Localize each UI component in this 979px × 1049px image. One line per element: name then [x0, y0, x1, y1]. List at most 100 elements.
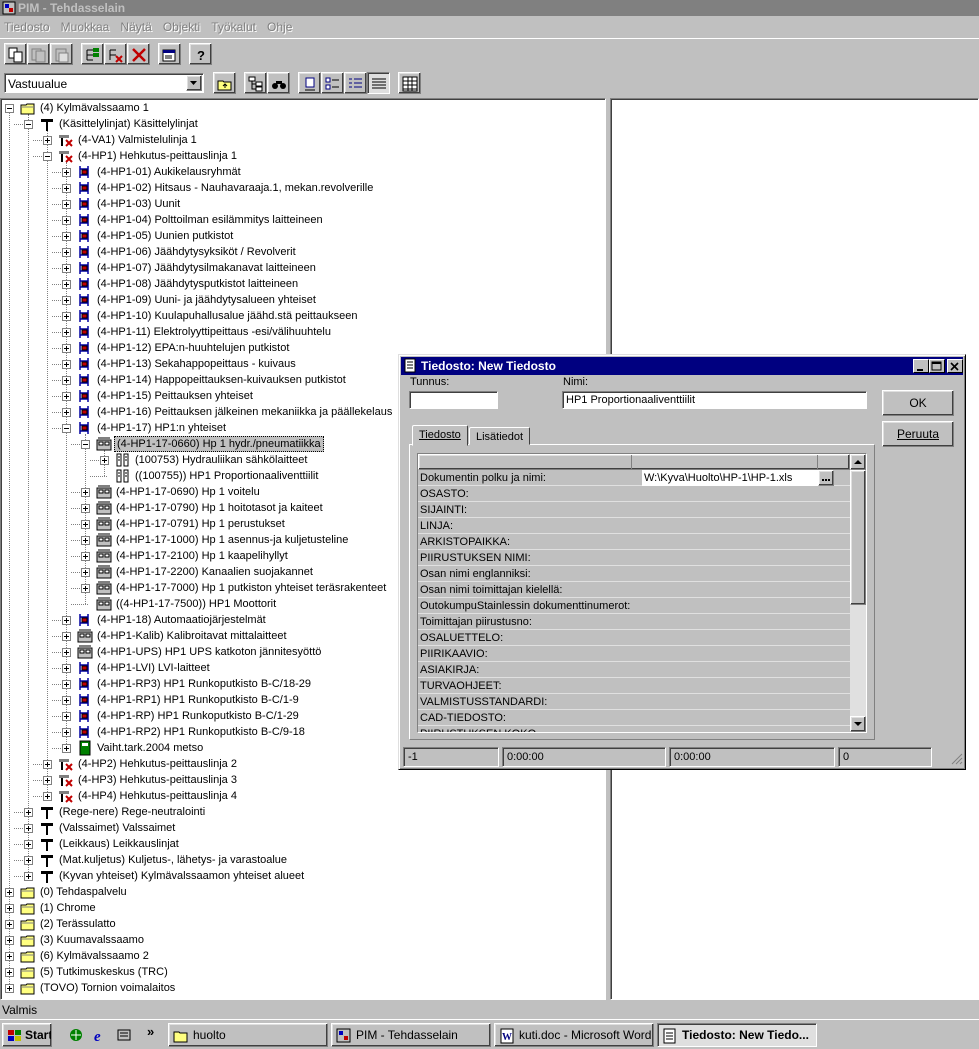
new-tree-button[interactable]: [81, 43, 104, 65]
expand-plus-icon[interactable]: [24, 840, 33, 849]
tree-node[interactable]: (Mat.kuljetus) Kuljetus-, lähetys- ja va…: [1, 852, 601, 868]
grid-row[interactable]: OutokumpuStainlessin dokumenttinumerot:: [418, 598, 850, 614]
expand-plus-icon[interactable]: [24, 824, 33, 833]
property-value[interactable]: W:\Kyva\Huolto\HP-1\HP-1.xls: [642, 470, 818, 486]
expand-plus-icon[interactable]: [62, 184, 71, 193]
tree-node[interactable]: (4-HP1-03) Uunit: [1, 196, 601, 212]
remove-link-button[interactable]: [104, 43, 127, 65]
expand-plus-icon[interactable]: [43, 792, 52, 801]
find-button[interactable]: [267, 72, 290, 94]
tree-node[interactable]: (TOVO) Tornion voimalaitos: [1, 980, 601, 996]
menu-tyokalut[interactable]: Työkalut: [207, 17, 260, 37]
tree-node[interactable]: (Käsittelylinjat) Käsittelylinjat: [1, 116, 601, 132]
browse-button[interactable]: [818, 470, 834, 486]
maximize-button[interactable]: [929, 359, 945, 373]
tree-node[interactable]: (4) Kylmävalssaamo 1: [1, 100, 601, 116]
grid-row[interactable]: LINJA:: [418, 518, 850, 534]
grid-row[interactable]: PIIRUSTUKSEN KOKO: [418, 726, 850, 732]
expand-plus-icon[interactable]: [62, 216, 71, 225]
up-folder-button[interactable]: [213, 72, 236, 94]
expand-plus-icon[interactable]: [5, 920, 14, 929]
expand-plus-icon[interactable]: [62, 392, 71, 401]
tree-node[interactable]: (Valssaimet) Valssaimet: [1, 820, 601, 836]
grid-row[interactable]: OSALUETTELO:: [418, 630, 850, 646]
expand-plus-icon[interactable]: [62, 264, 71, 273]
help-button[interactable]: ?: [189, 43, 212, 65]
scroll-thumb[interactable]: [850, 470, 866, 605]
details-view-button[interactable]: [367, 72, 390, 94]
tree-node[interactable]: (4-VA1) Valmistelulinja 1: [1, 132, 601, 148]
expand-plus-icon[interactable]: [62, 408, 71, 417]
expand-plus-icon[interactable]: [62, 712, 71, 721]
expand-plus-icon[interactable]: [62, 328, 71, 337]
expand-plus-icon[interactable]: [62, 728, 71, 737]
dialog-titlebar[interactable]: Tiedosto: New Tiedosto: [401, 357, 963, 375]
tab-lisatiedot[interactable]: Lisätiedot: [469, 427, 531, 445]
tree-node[interactable]: (4-HP1-04) Polttoilman esilämmitys laitt…: [1, 212, 601, 228]
tree-node[interactable]: (4-HP1-02) Hitsaus - Nauhavaraaja.1, mek…: [1, 180, 601, 196]
tree-node[interactable]: (4-HP1-05) Uunien putkistot: [1, 228, 601, 244]
grid-row[interactable]: TURVAOHJEET:: [418, 678, 850, 694]
expand-plus-icon[interactable]: [81, 504, 90, 513]
tree-node[interactable]: (4-HP4) Hehkutus-peittauslinja 4: [1, 788, 601, 804]
expand-plus-icon[interactable]: [81, 552, 90, 561]
tree-node[interactable]: (Leikkaus) Leikkauslinjat: [1, 836, 601, 852]
tree-node[interactable]: (0) Tehdaspalvelu: [1, 884, 601, 900]
task-tiedosto-dialog[interactable]: Tiedosto: New Tiedo...: [657, 1023, 817, 1047]
expand-plus-icon[interactable]: [62, 664, 71, 673]
expand-plus-icon[interactable]: [81, 584, 90, 593]
grid-row[interactable]: ASIAKIRJA:: [418, 662, 850, 678]
column-divider-2[interactable]: [817, 455, 835, 469]
quicklaunch-desktop-icon[interactable]: [68, 1027, 84, 1043]
expand-plus-icon[interactable]: [5, 952, 14, 961]
list-view-button[interactable]: [344, 72, 367, 94]
expand-plus-icon[interactable]: [62, 744, 71, 753]
expand-plus-icon[interactable]: [43, 776, 52, 785]
expand-plus-icon[interactable]: [62, 632, 71, 641]
tree-node[interactable]: (4-HP1-06) Jäähdytysyksiköt / Revolverit: [1, 244, 601, 260]
tree-node[interactable]: (4-HP1-01) Aukikelausryhmät: [1, 164, 601, 180]
tree-node[interactable]: (5) Tutkimuskeskus (TRC): [1, 964, 601, 980]
expand-plus-icon[interactable]: [62, 280, 71, 289]
grid-row[interactable]: PIIRIKAAVIO:: [418, 646, 850, 662]
expand-plus-icon[interactable]: [43, 136, 52, 145]
expand-plus-icon[interactable]: [5, 888, 14, 897]
grid-row[interactable]: OSASTO:: [418, 486, 850, 502]
collapse-minus-icon[interactable]: [81, 440, 90, 449]
scroll-up-button[interactable]: [850, 454, 866, 470]
grid-row[interactable]: PIIRUSTUKSEN NIMI:: [418, 550, 850, 566]
expand-plus-icon[interactable]: [24, 872, 33, 881]
quicklaunch-more-icon[interactable]: »: [147, 1024, 154, 1039]
collapse-minus-icon[interactable]: [43, 152, 52, 161]
task-word[interactable]: W kuti.doc - Microsoft Word: [494, 1023, 654, 1047]
resize-grip-icon[interactable]: [951, 753, 963, 765]
tree-node[interactable]: (4-HP1-08) Jäähdytysputkistot laitteinee…: [1, 276, 601, 292]
expand-plus-icon[interactable]: [24, 808, 33, 817]
tree-node[interactable]: (4-HP1-10) Kuulapuhallusalue jäähd.stä p…: [1, 308, 601, 324]
small-icons-button[interactable]: [321, 72, 344, 94]
start-button[interactable]: Start: [2, 1023, 52, 1047]
cancel-button[interactable]: Peruuta: [882, 421, 954, 447]
nimi-input[interactable]: HP1 Proportionaaliventtiilit: [562, 391, 867, 409]
tunnus-input[interactable]: [409, 391, 498, 409]
tree-node[interactable]: (4-HP1-09) Uuni- ja jäähdytysalueen yhte…: [1, 292, 601, 308]
property-grid[interactable]: Dokumentin polku ja nimi: W:\Kyva\Huolto\…: [417, 453, 867, 733]
expand-plus-icon[interactable]: [81, 520, 90, 529]
tree-node[interactable]: (1) Chrome: [1, 900, 601, 916]
quicklaunch-ie-icon[interactable]: e: [92, 1027, 108, 1043]
grid-scrollbar[interactable]: [850, 454, 866, 732]
expand-plus-icon[interactable]: [62, 696, 71, 705]
grid-row[interactable]: CAD-TIEDOSTO:: [418, 710, 850, 726]
expand-plus-icon[interactable]: [62, 168, 71, 177]
large-icons-button[interactable]: [298, 72, 321, 94]
expand-plus-icon[interactable]: [62, 376, 71, 385]
menu-ohje[interactable]: Ohje: [263, 17, 296, 37]
menu-objekti[interactable]: Objekti: [159, 17, 204, 37]
expand-plus-icon[interactable]: [62, 312, 71, 321]
tree-node[interactable]: (2) Terässulatto: [1, 916, 601, 932]
expand-plus-icon[interactable]: [62, 360, 71, 369]
expand-plus-icon[interactable]: [5, 984, 14, 993]
copy-object-button[interactable]: [27, 43, 50, 65]
tree-node[interactable]: (4-HP1) Hehkutus-peittauslinja 1: [1, 148, 601, 164]
expand-plus-icon[interactable]: [5, 904, 14, 913]
